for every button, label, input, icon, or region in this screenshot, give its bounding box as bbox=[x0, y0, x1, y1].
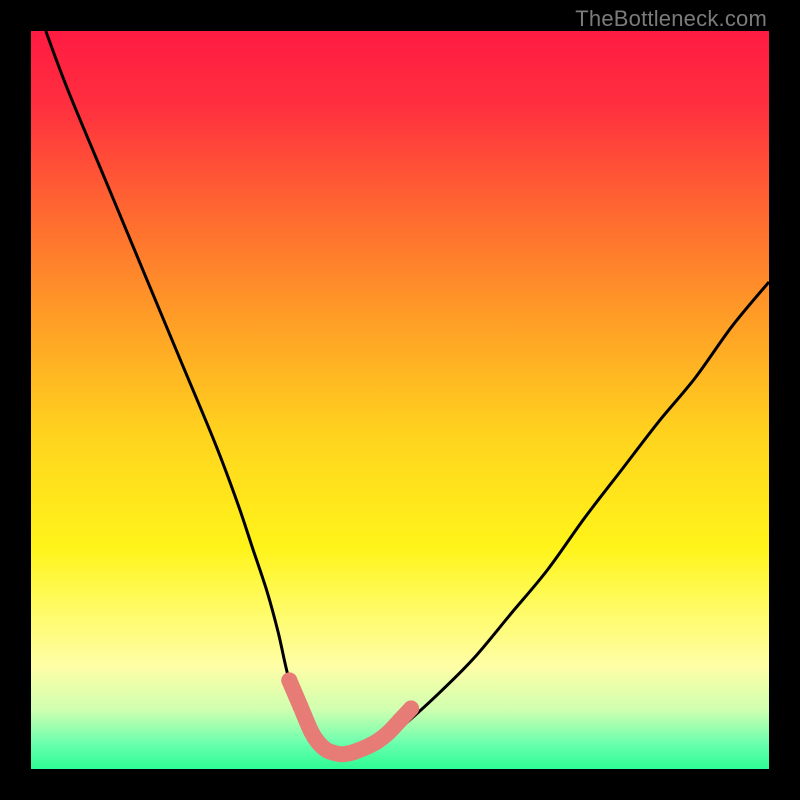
chart-plot-area bbox=[31, 31, 769, 769]
gradient-background bbox=[31, 31, 769, 769]
highlight-bead bbox=[281, 672, 297, 688]
highlight-bead bbox=[292, 698, 308, 714]
outer-frame: TheBottleneck.com bbox=[0, 0, 800, 800]
highlight-bead bbox=[392, 712, 408, 728]
watermark-text: TheBottleneck.com bbox=[575, 6, 767, 32]
highlight-bead bbox=[403, 700, 419, 716]
chart-svg bbox=[31, 31, 769, 769]
